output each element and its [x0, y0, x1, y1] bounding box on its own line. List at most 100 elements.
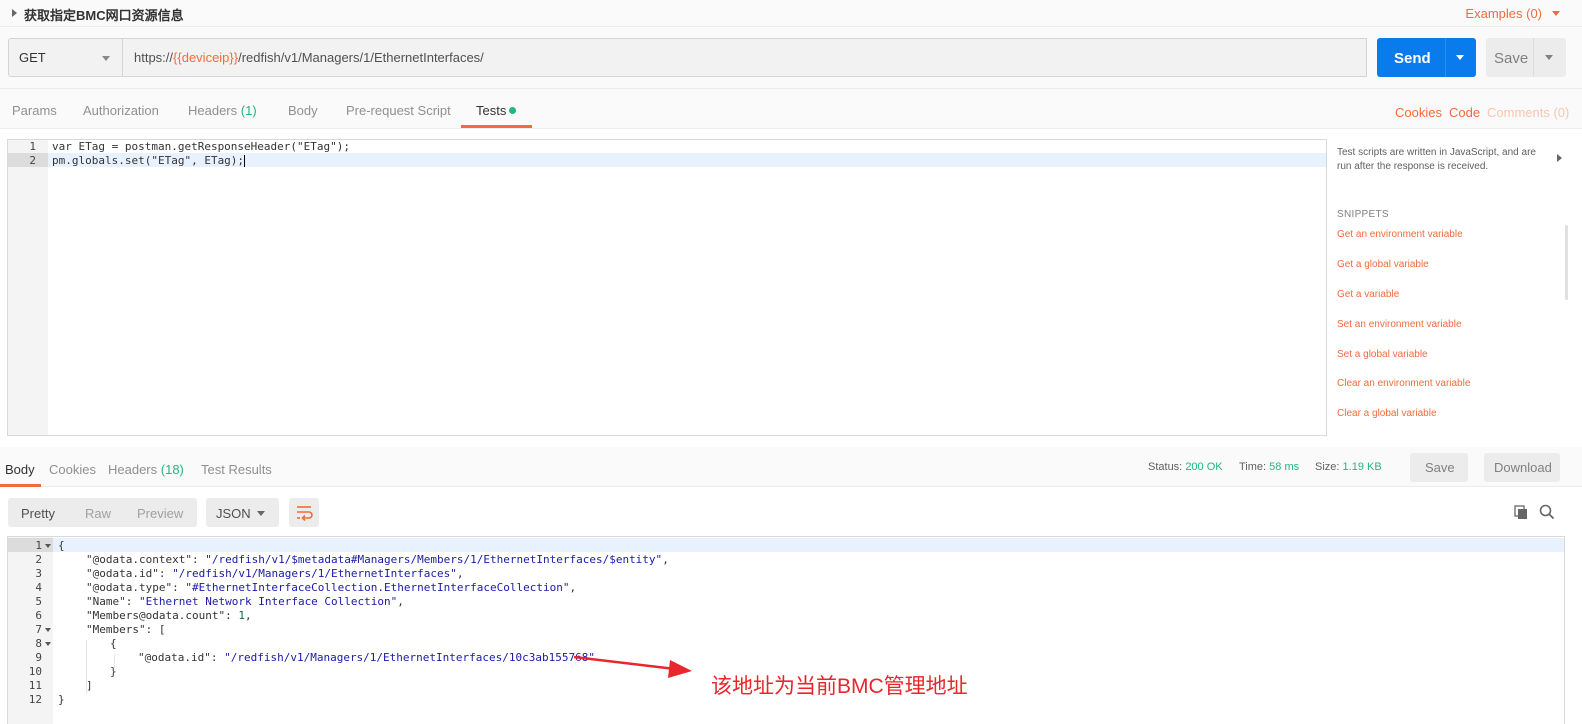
send-label[interactable]: Send: [1394, 50, 1431, 67]
send-divider: [1445, 38, 1446, 77]
response-line-number: 4: [35, 581, 42, 594]
json-line[interactable]: "@odata.type": "#EthernetInterfaceCollec…: [86, 581, 576, 594]
json-key: "@odata.id": [86, 567, 159, 580]
response-line-number: 8: [35, 637, 42, 650]
request-title[interactable]: 获取指定BMC网口资源信息: [24, 5, 184, 24]
method-caret-icon[interactable]: [102, 56, 110, 61]
json-number: 1: [238, 609, 245, 622]
snippet-link[interactable]: Set an environment variable: [1337, 319, 1462, 330]
json-string: "/redfish/v1/Managers/1/EthernetInterfac…: [172, 567, 457, 580]
time-value: 58 ms: [1269, 461, 1300, 473]
code-link[interactable]: Code: [1449, 105, 1480, 120]
json-brace: }: [110, 665, 117, 678]
comments-link[interactable]: Comments (0): [1487, 105, 1569, 120]
response-tab-headers-count: (18): [160, 462, 184, 477]
copy-icon[interactable]: [1514, 505, 1529, 523]
url-path: /redfish/v1/Managers/1/EthernetInterface…: [238, 50, 484, 65]
json-comma: ,: [569, 581, 577, 594]
tab-authorization[interactable]: Authorization: [83, 103, 159, 118]
json-line[interactable]: "@odata.id": "/redfish/v1/Managers/1/Eth…: [86, 567, 464, 580]
format-type-caret-icon[interactable]: [257, 511, 265, 516]
snippet-link[interactable]: Clear an environment variable: [1337, 378, 1470, 389]
size-label: Size:: [1315, 461, 1340, 473]
wrap-lines-icon: [297, 506, 313, 522]
time-label: Time:: [1239, 461, 1267, 473]
json-string: "Ethernet Network Interface Collection": [139, 595, 398, 608]
json-line[interactable]: }: [58, 693, 65, 706]
json-line[interactable]: {: [58, 539, 65, 552]
pretty-button[interactable]: Pretty: [21, 506, 55, 521]
save-response-label[interactable]: Save: [1425, 460, 1455, 475]
json-key: "Members": [86, 623, 146, 636]
download-label[interactable]: Download: [1494, 460, 1552, 475]
response-line-number: 9: [35, 651, 42, 664]
cookies-link[interactable]: Cookies: [1395, 105, 1442, 120]
active-tab-indicator: [461, 125, 532, 128]
response-line-number: 10: [28, 665, 42, 678]
preview-button[interactable]: Preview: [137, 506, 183, 521]
wrap-lines-button[interactable]: [289, 498, 319, 527]
format-type-value: JSON: [216, 506, 251, 521]
save-options-caret-icon[interactable]: [1545, 55, 1553, 60]
expand-caret-icon[interactable]: [12, 9, 17, 17]
raw-button[interactable]: Raw: [85, 506, 111, 521]
snippet-link[interactable]: Set a global variable: [1337, 349, 1428, 360]
response-line-number: 12: [28, 693, 42, 706]
tab-params[interactable]: Params: [12, 103, 57, 118]
editor-code-line[interactable]: var ETag = postman.getResponseHeader("ET…: [52, 140, 350, 153]
response-line-number: 3: [35, 567, 42, 580]
tests-active-dot-icon: [509, 107, 516, 114]
snippet-link[interactable]: Get a variable: [1337, 289, 1399, 300]
json-line[interactable]: "@odata.id": "/redfish/v1/Managers/1/Eth…: [138, 651, 595, 664]
tab-body[interactable]: Body: [288, 103, 318, 118]
fold-caret-icon[interactable]: [45, 544, 51, 548]
fold-caret-icon[interactable]: [45, 628, 51, 632]
search-icon[interactable]: [1539, 504, 1555, 523]
json-bracket: ]: [86, 679, 93, 692]
annotation-text: 该地址为当前BMC管理地址: [711, 675, 968, 698]
response-tab-body[interactable]: Body: [5, 462, 35, 477]
response-tab-headers[interactable]: Headers (18): [108, 462, 184, 477]
response-status: Status: 200 OK: [1148, 461, 1223, 473]
json-line[interactable]: "Members@odata.count": 1,: [86, 609, 252, 622]
editor-code-text: pm.globals.set("ETag", ETag);: [52, 154, 245, 167]
examples-dropdown[interactable]: Examples (0): [1465, 6, 1542, 21]
json-key: "@odata.type": [86, 581, 173, 594]
response-line-number: 6: [35, 609, 42, 622]
snippet-link[interactable]: Clear a global variable: [1337, 408, 1437, 419]
tab-headers[interactable]: Headers (1): [188, 103, 257, 118]
response-tab-test-results[interactable]: Test Results: [201, 462, 272, 477]
json-brace: {: [58, 539, 65, 552]
text-cursor: [244, 155, 246, 167]
url-text[interactable]: https://{{deviceip}}/redfish/v1/Managers…: [134, 50, 484, 65]
tab-pre-request-script[interactable]: Pre-request Script: [346, 103, 451, 118]
json-comma: ,: [456, 567, 464, 580]
json-key: "Members@odata.count": [86, 609, 226, 622]
snippet-link[interactable]: Get a global variable: [1337, 259, 1429, 270]
json-line[interactable]: {: [110, 637, 117, 650]
send-options-caret-icon[interactable]: [1456, 55, 1464, 60]
json-bracket: [: [158, 623, 166, 636]
json-line[interactable]: }: [110, 665, 117, 678]
response-line-number: 11: [28, 679, 42, 692]
tab-headers-label: Headers: [188, 103, 238, 118]
examples-caret-icon[interactable]: [1552, 11, 1560, 16]
json-brace: {: [110, 637, 117, 650]
tests-editor[interactable]: [7, 139, 1327, 436]
json-line[interactable]: ]: [86, 679, 93, 692]
response-line-number: 5: [35, 595, 42, 608]
response-time: Time: 58 ms: [1239, 461, 1299, 473]
json-line[interactable]: "Members": [: [86, 623, 165, 636]
response-tab-cookies[interactable]: Cookies: [49, 462, 96, 477]
response-current-line: [8, 538, 1564, 552]
snippet-link[interactable]: Get an environment variable: [1337, 229, 1463, 240]
response-line-number: 7: [35, 623, 42, 636]
save-label[interactable]: Save: [1494, 50, 1528, 67]
snippets-scrollbar[interactable]: [1565, 225, 1568, 300]
tab-tests[interactable]: Tests: [476, 103, 506, 118]
json-line[interactable]: "@odata.context": "/redfish/v1/$metadata…: [86, 553, 669, 566]
json-line[interactable]: "Name": "Ethernet Network Interface Coll…: [86, 595, 404, 608]
collapse-panel-caret-icon[interactable]: [1557, 154, 1562, 162]
editor-code-line[interactable]: pm.globals.set("ETag", ETag);: [52, 154, 246, 167]
fold-caret-icon[interactable]: [45, 642, 51, 646]
